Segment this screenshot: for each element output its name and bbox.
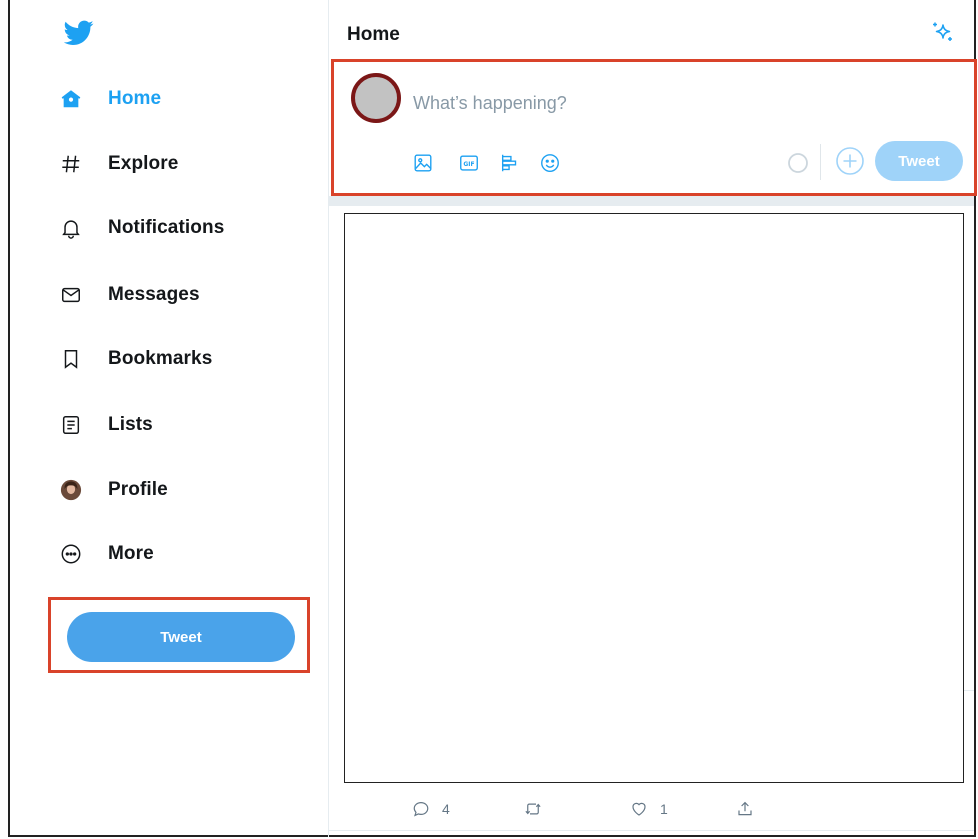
sidebar-item-lists[interactable]: Lists: [60, 407, 153, 443]
sidebar-item-label: Messages: [108, 284, 200, 305]
gif-icon[interactable]: GIF: [458, 152, 480, 174]
retweet-icon: [525, 803, 541, 815]
reply-icon: [413, 802, 429, 817]
character-count-circle: [787, 152, 809, 174]
top-tweets-sparkle-icon[interactable]: [930, 20, 954, 44]
add-thread-icon[interactable]: [835, 146, 865, 176]
sidebar-item-label: Lists: [108, 414, 153, 435]
sidebar-item-more[interactable]: More: [60, 536, 154, 572]
more-icon: [60, 543, 82, 565]
bookmark-icon: [60, 348, 82, 370]
sidebar-item-label: Bookmarks: [108, 348, 213, 369]
avatar: [351, 73, 401, 123]
envelope-icon: [60, 284, 82, 306]
reply-button[interactable]: 4: [412, 799, 450, 819]
profile-avatar-icon: [60, 479, 82, 501]
divider: [964, 690, 974, 691]
sidebar-item-label: More: [108, 543, 154, 564]
tweet-button-highlight: Tweet: [48, 597, 310, 673]
sidebar-item-label: Notifications: [108, 217, 225, 238]
sidebar-item-home[interactable]: Home: [60, 81, 161, 117]
sidebar-item-label: Explore: [108, 153, 179, 174]
compose-separator: [820, 144, 821, 180]
share-icon: [738, 801, 752, 816]
heart-icon: [632, 802, 646, 816]
compose-input[interactable]: What’s happening?: [413, 93, 567, 114]
emoji-icon[interactable]: [539, 152, 561, 174]
like-count: 1: [660, 801, 668, 817]
home-icon: [60, 88, 82, 110]
main-timeline: Home What’s happening? GIF Tweet 4 1: [329, 0, 977, 837]
sidebar-item-notifications[interactable]: Notifications: [60, 210, 224, 246]
list-icon: [60, 414, 82, 436]
sidebar-item-profile[interactable]: Profile: [60, 472, 168, 508]
compose-tweet-button[interactable]: Tweet: [875, 141, 963, 181]
like-button[interactable]: 1: [630, 799, 668, 819]
tweet-media-placeholder[interactable]: [344, 213, 964, 783]
sidebar-item-explore[interactable]: Explore: [60, 146, 178, 182]
svg-text:GIF: GIF: [463, 161, 474, 168]
section-separator: [329, 196, 974, 206]
image-icon[interactable]: [412, 152, 434, 174]
divider: [329, 830, 974, 831]
reply-count: 4: [442, 801, 450, 817]
sidebar-item-label: Home: [108, 88, 162, 109]
poll-icon[interactable]: [499, 152, 521, 174]
sidebar-item-label: Profile: [108, 479, 168, 500]
sidebar-item-messages[interactable]: Messages: [60, 277, 200, 313]
hashtag-icon: [60, 153, 82, 175]
retweet-button[interactable]: [524, 799, 554, 819]
twitter-bird-icon[interactable]: [63, 20, 94, 46]
share-button[interactable]: [736, 799, 766, 819]
sidebar-tweet-button[interactable]: Tweet: [67, 612, 295, 662]
sidebar: Home Explore Notifications Messages Book…: [10, 0, 328, 837]
bell-icon: [60, 217, 82, 239]
sidebar-item-bookmarks[interactable]: Bookmarks: [60, 341, 212, 377]
compose-tweet-box: What’s happening? GIF Tweet: [331, 59, 977, 196]
page-title: Home: [347, 24, 400, 45]
